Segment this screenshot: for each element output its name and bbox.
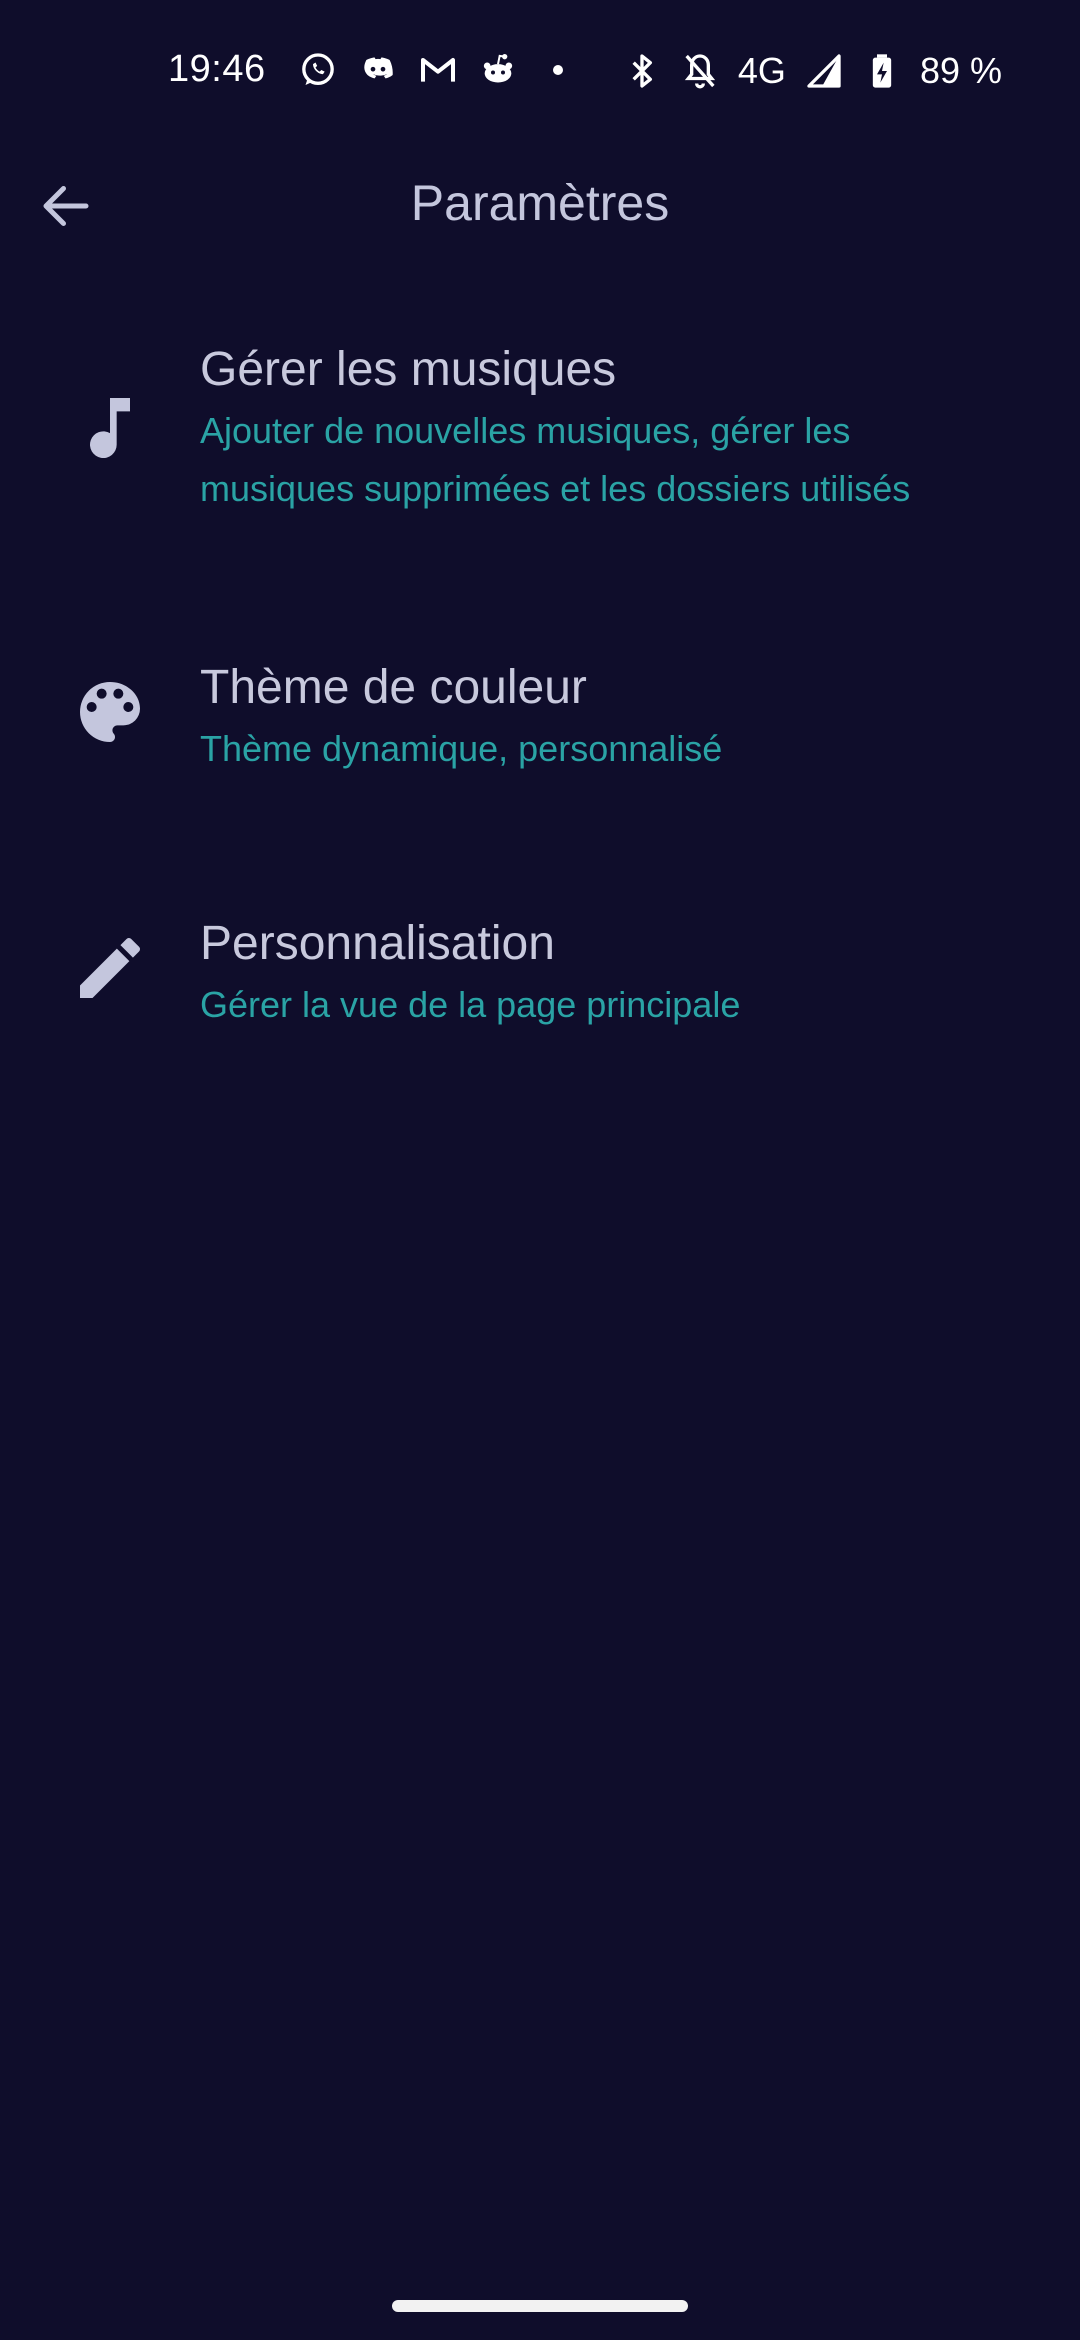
settings-item-subtitle: Ajouter de nouvelles musiques, gérer les… (200, 410, 911, 509)
settings-item-subtitle: Gérer la vue de la page principale (200, 984, 741, 1025)
music-note-icon (70, 388, 150, 468)
pencil-icon (70, 928, 150, 1008)
app-bar: Paramètres (0, 160, 1080, 246)
palette-icon (70, 672, 150, 752)
gesture-navigation-handle[interactable] (392, 2300, 688, 2312)
settings-item-customization[interactable]: Personnalisation Gérer la vue de la page… (0, 906, 1080, 1056)
battery-charging-icon (862, 51, 902, 91)
discord-icon (358, 50, 398, 90)
page-title: Paramètres (410, 175, 670, 231)
gmail-icon (418, 50, 458, 90)
settings-item-text: Thème de couleur Thème dynamique, person… (200, 658, 1010, 778)
status-bar: 19:46 4G 89 % (0, 40, 1080, 100)
status-time: 19:46 (168, 48, 266, 90)
settings-item-color-theme[interactable]: Thème de couleur Thème dynamique, person… (0, 650, 1080, 800)
settings-item-text: Gérer les musiques Ajouter de nouvelles … (200, 340, 1010, 518)
notification-icons (298, 50, 578, 90)
settings-item-text: Personnalisation Gérer la vue de la page… (200, 914, 1010, 1034)
settings-item-manage-music[interactable]: Gérer les musiques Ajouter de nouvelles … (0, 330, 1080, 550)
network-type: 4G (737, 50, 786, 91)
battery-percentage: 89 % (919, 50, 1002, 91)
system-icons: 4G 89 % (622, 50, 1002, 92)
signal-icon (804, 51, 844, 91)
bluetooth-icon (622, 51, 662, 91)
notifications-off-icon (680, 51, 720, 91)
settings-item-subtitle: Thème dynamique, personnalisé (200, 728, 723, 769)
settings-item-title: Thème de couleur (200, 661, 587, 714)
reddit-icon (478, 50, 518, 90)
settings-item-title: Personnalisation (200, 917, 555, 970)
settings-item-title: Gérer les musiques (200, 343, 617, 396)
whatsapp-icon (298, 50, 338, 90)
more-notifications-dot-icon (538, 50, 578, 90)
